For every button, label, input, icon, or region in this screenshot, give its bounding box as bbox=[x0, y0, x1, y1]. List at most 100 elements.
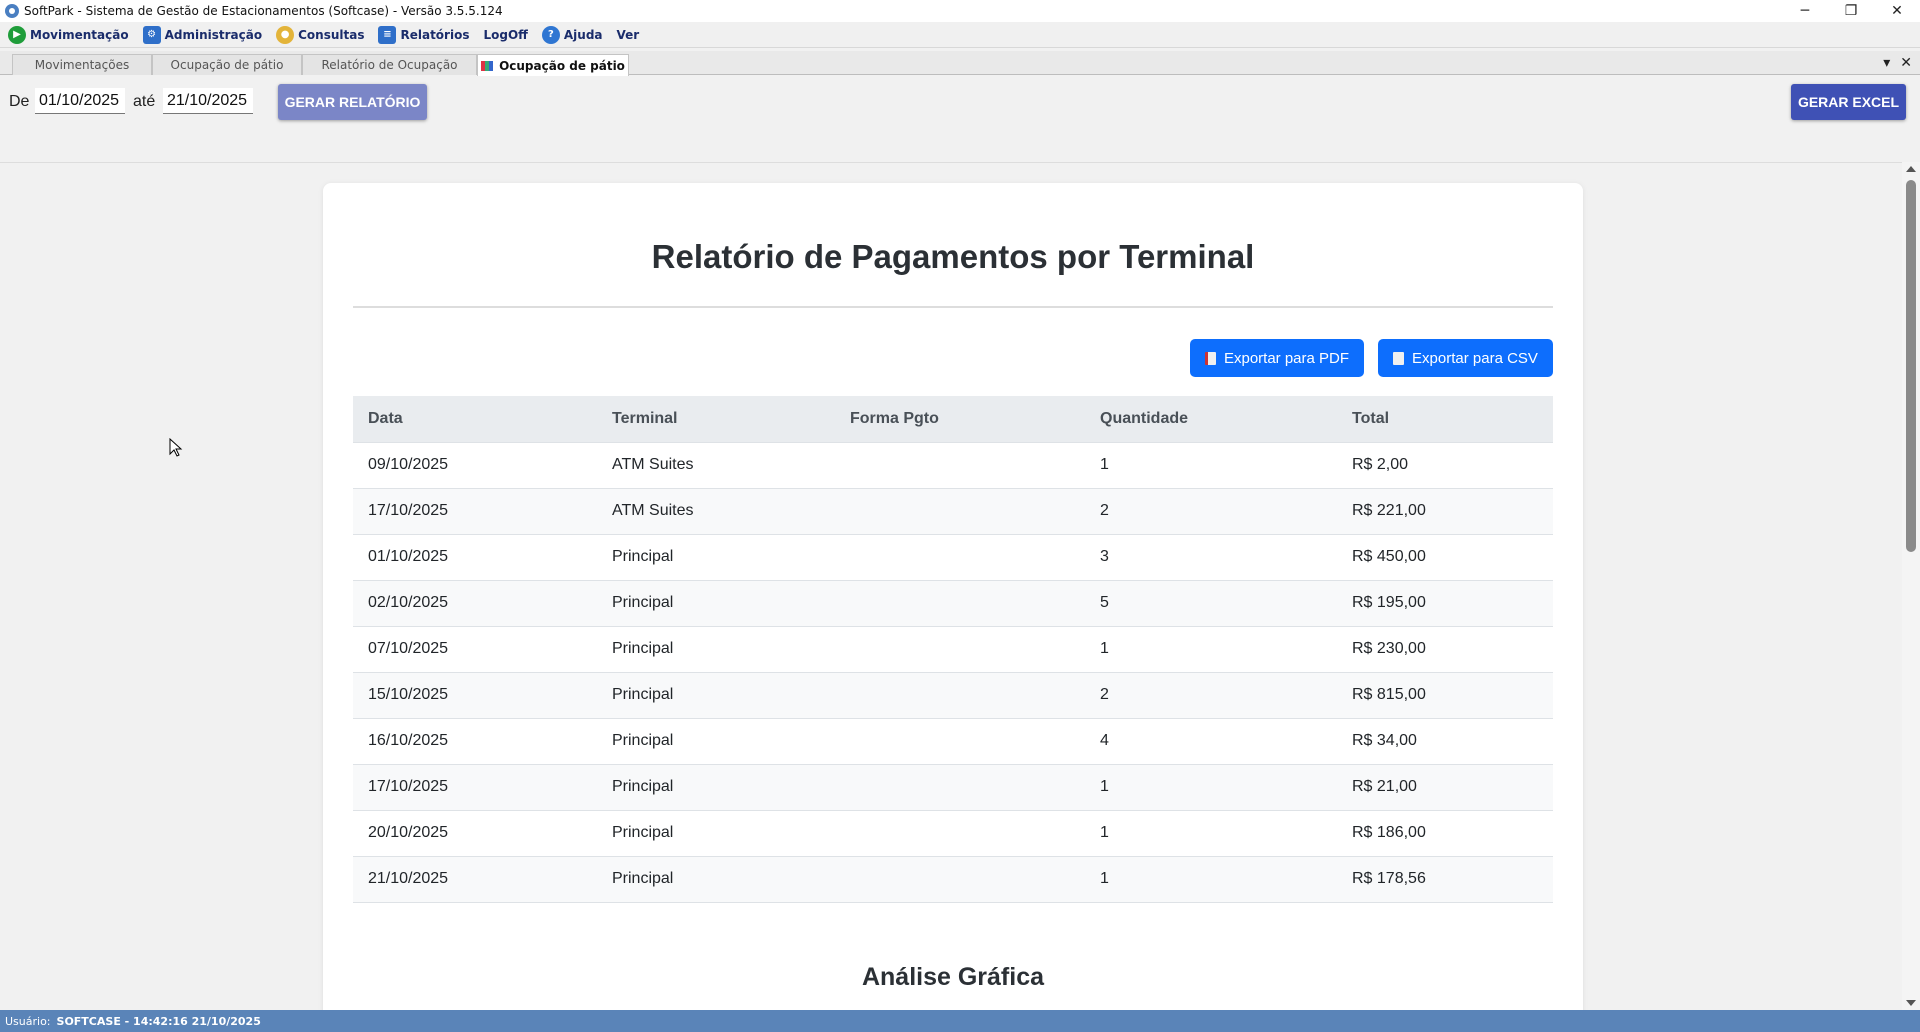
tab-label: Ocupação de pátio bbox=[499, 58, 625, 73]
status-bar: Usuário: SOFTCASE - 14:42:16 21/10/2025 bbox=[0, 1010, 1920, 1032]
table-row: 21/10/2025 Principal 1 R$ 178,56 bbox=[353, 855, 1553, 903]
col-header-data: Data bbox=[353, 396, 597, 442]
menu-label: Administração bbox=[164, 27, 263, 42]
cell-total: R$ 195,00 bbox=[1337, 579, 1553, 626]
play-icon: ▶ bbox=[8, 25, 26, 44]
csv-icon bbox=[1393, 351, 1405, 365]
status-user-info: SOFTCASE - 14:42:16 21/10/2025 bbox=[56, 1014, 261, 1028]
tab-ocupacao-patio-active[interactable]: Ocupação de pátio bbox=[477, 54, 629, 76]
restore-button[interactable]: ❐ bbox=[1828, 0, 1874, 22]
cell-terminal: Principal bbox=[597, 533, 835, 580]
tab-controls: ▾ ✕ bbox=[1883, 55, 1912, 71]
col-header-forma-pgto: Forma Pgto bbox=[835, 396, 1085, 442]
chart-tab-icon bbox=[481, 60, 494, 71]
table-row: 20/10/2025 Principal 1 R$ 186,00 bbox=[353, 809, 1553, 856]
cell-data: 09/10/2025 bbox=[353, 441, 597, 488]
report-table: Data Terminal Forma Pgto Quantidade Tota… bbox=[353, 396, 1553, 903]
cell-quantidade: 4 bbox=[1085, 717, 1337, 764]
window-controls: ─ ❐ ✕ bbox=[1782, 0, 1920, 22]
cell-data: 01/10/2025 bbox=[353, 533, 597, 580]
window-title: SoftPark - Sistema de Gestão de Estacion… bbox=[24, 4, 503, 18]
to-label: até bbox=[133, 93, 156, 110]
cell-forma-pgto bbox=[835, 855, 1085, 903]
help-icon: ? bbox=[541, 25, 560, 44]
cell-quantidade: 1 bbox=[1085, 763, 1337, 810]
mouse-cursor-icon bbox=[169, 437, 183, 458]
cell-total: R$ 815,00 bbox=[1337, 671, 1553, 718]
cell-terminal: Principal bbox=[597, 763, 835, 810]
report-title: Relatório de Pagamentos por Terminal bbox=[651, 238, 1255, 275]
menu-label: Consultas bbox=[298, 27, 365, 42]
export-csv-button[interactable]: Exportar para CSV bbox=[1378, 339, 1553, 377]
close-window-button[interactable]: ✕ bbox=[1874, 0, 1920, 22]
cell-quantidade: 3 bbox=[1085, 533, 1337, 580]
vertical-scrollbar[interactable] bbox=[1902, 162, 1920, 1010]
cell-quantidade: 2 bbox=[1085, 671, 1337, 718]
admin-icon: ⚙ bbox=[142, 25, 161, 44]
tab-ocupacao-patio[interactable]: Ocupação de pátio bbox=[152, 54, 302, 75]
cell-quantidade: 1 bbox=[1085, 441, 1337, 488]
tab-label: Ocupação de pátio bbox=[170, 58, 284, 72]
cell-total: R$ 178,56 bbox=[1337, 855, 1553, 903]
tab-label: Relatório de Ocupação bbox=[321, 58, 458, 72]
col-header-total: Total bbox=[1337, 396, 1553, 442]
cell-total: R$ 230,00 bbox=[1337, 625, 1553, 672]
cell-terminal: Principal bbox=[597, 855, 835, 903]
scroll-down-icon[interactable] bbox=[1906, 1000, 1916, 1006]
menu-label: LogOff bbox=[483, 27, 528, 42]
cell-forma-pgto bbox=[835, 671, 1085, 718]
cell-total: R$ 2,00 bbox=[1337, 441, 1553, 488]
cell-total: R$ 221,00 bbox=[1337, 487, 1553, 534]
tab-movimentacoes[interactable]: Movimentações bbox=[12, 54, 152, 75]
cell-terminal: Principal bbox=[597, 671, 835, 718]
cell-quantidade: 1 bbox=[1085, 809, 1337, 856]
menu-consultas[interactable]: ● Consultas bbox=[276, 25, 365, 44]
cell-total: R$ 450,00 bbox=[1337, 533, 1553, 580]
report-card: Relatório de Pagamentos por Terminal Exp… bbox=[323, 183, 1583, 1010]
cell-forma-pgto bbox=[835, 533, 1085, 580]
report-icon: ≡ bbox=[378, 25, 397, 44]
minimize-button[interactable]: ─ bbox=[1782, 0, 1828, 22]
cell-terminal: Principal bbox=[597, 717, 835, 764]
cell-forma-pgto bbox=[835, 625, 1085, 672]
app-gear-icon bbox=[5, 4, 19, 18]
tab-list-dropdown-icon[interactable]: ▾ bbox=[1883, 55, 1890, 71]
generate-report-button[interactable]: GERAR RELATÓRIO bbox=[278, 84, 427, 120]
export-csv-label: Exportar para CSV bbox=[1412, 349, 1538, 367]
cell-data: 21/10/2025 bbox=[353, 855, 597, 903]
cell-terminal: Principal bbox=[597, 809, 835, 856]
cell-data: 15/10/2025 bbox=[353, 671, 597, 718]
menu-label: Ver bbox=[616, 27, 640, 42]
cell-terminal: Principal bbox=[597, 625, 835, 672]
to-date-input[interactable] bbox=[163, 88, 253, 114]
scroll-thumb[interactable] bbox=[1906, 180, 1916, 552]
menu-movimentacao[interactable]: ▶ Movimentação bbox=[8, 25, 129, 44]
tab-relatorio-ocupacao[interactable]: Relatório de Ocupação bbox=[302, 54, 477, 75]
export-pdf-button[interactable]: Exportar para PDF bbox=[1190, 339, 1364, 377]
cell-terminal: ATM Suites bbox=[597, 441, 835, 488]
menu-administracao[interactable]: ⚙ Administração bbox=[142, 25, 263, 44]
table-row: 17/10/2025 Principal 1 R$ 21,00 bbox=[353, 763, 1553, 810]
table-row: 09/10/2025 ATM Suites 1 R$ 2,00 bbox=[353, 441, 1553, 488]
menu-relatorios[interactable]: ≡ Relatórios bbox=[378, 25, 470, 44]
close-tab-icon[interactable]: ✕ bbox=[1900, 55, 1912, 71]
query-icon: ● bbox=[276, 25, 295, 44]
menu-logoff[interactable]: LogOff bbox=[483, 28, 527, 42]
menu-ver[interactable]: Ver bbox=[617, 28, 640, 42]
scroll-up-icon[interactable] bbox=[1906, 166, 1916, 172]
cell-data: 17/10/2025 bbox=[353, 763, 597, 810]
tab-strip: Movimentações Ocupação de pátio Relatóri… bbox=[0, 51, 1920, 76]
generate-excel-button[interactable]: GERAR EXCEL bbox=[1791, 84, 1906, 120]
menu-ajuda[interactable]: ? Ajuda bbox=[541, 25, 603, 44]
title-divider bbox=[353, 306, 1553, 308]
cell-forma-pgto bbox=[835, 441, 1085, 488]
cell-quantidade: 1 bbox=[1085, 855, 1337, 903]
from-date-input[interactable] bbox=[35, 88, 125, 114]
cell-quantidade: 2 bbox=[1085, 487, 1337, 534]
menu-label: Relatórios bbox=[400, 27, 470, 42]
menu-bar: ▶ Movimentação ⚙ Administração ● Consult… bbox=[0, 22, 1920, 48]
cell-forma-pgto bbox=[835, 487, 1085, 534]
table-header-row: Data Terminal Forma Pgto Quantidade Tota… bbox=[353, 396, 1553, 442]
cell-forma-pgto bbox=[835, 717, 1085, 764]
menu-label: Ajuda bbox=[563, 27, 603, 42]
